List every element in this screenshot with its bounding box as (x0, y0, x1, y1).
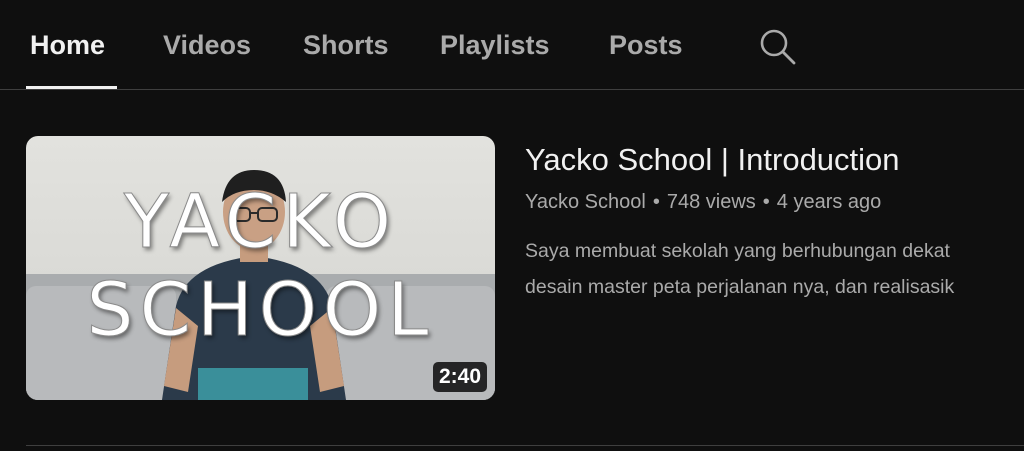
tab-playlists[interactable]: Playlists (440, 29, 550, 61)
section-divider (26, 445, 1024, 446)
video-thumbnail[interactable]: YACKO SCHOOL 2:40 (26, 136, 495, 400)
video-title[interactable]: Yacko School | Introduction (525, 142, 900, 178)
video-description-line2: desain master peta perjalanan nya, dan r… (525, 276, 955, 298)
channel-name[interactable]: Yacko School (525, 191, 646, 213)
tab-videos[interactable]: Videos (163, 29, 251, 61)
tab-shorts[interactable]: Shorts (303, 29, 389, 61)
tab-posts[interactable]: Posts (609, 29, 683, 61)
thumbnail-title-line2: SCHOOL (86, 267, 435, 353)
active-tab-indicator (26, 86, 117, 89)
video-metadata: Yacko School • 748 views • 4 years ago (525, 190, 881, 214)
channel-tab-bar: Home Videos Shorts Playlists Posts (0, 0, 1024, 90)
upload-age: 4 years ago (776, 191, 882, 213)
video-description-line1: Saya membuat sekolah yang berhubungan de… (525, 240, 950, 262)
tab-home[interactable]: Home (30, 29, 105, 61)
search-icon (760, 29, 796, 65)
featured-video: YACKO SCHOOL 2:40 Yacko School | Introdu… (26, 136, 1024, 400)
duration-badge: 2:40 (432, 362, 487, 392)
separator-dot: • (762, 191, 770, 213)
search-button[interactable] (757, 26, 797, 66)
separator-dot: • (652, 191, 660, 213)
thumbnail-title-line1: YACKO (123, 179, 398, 265)
view-count: 748 views (666, 191, 756, 213)
